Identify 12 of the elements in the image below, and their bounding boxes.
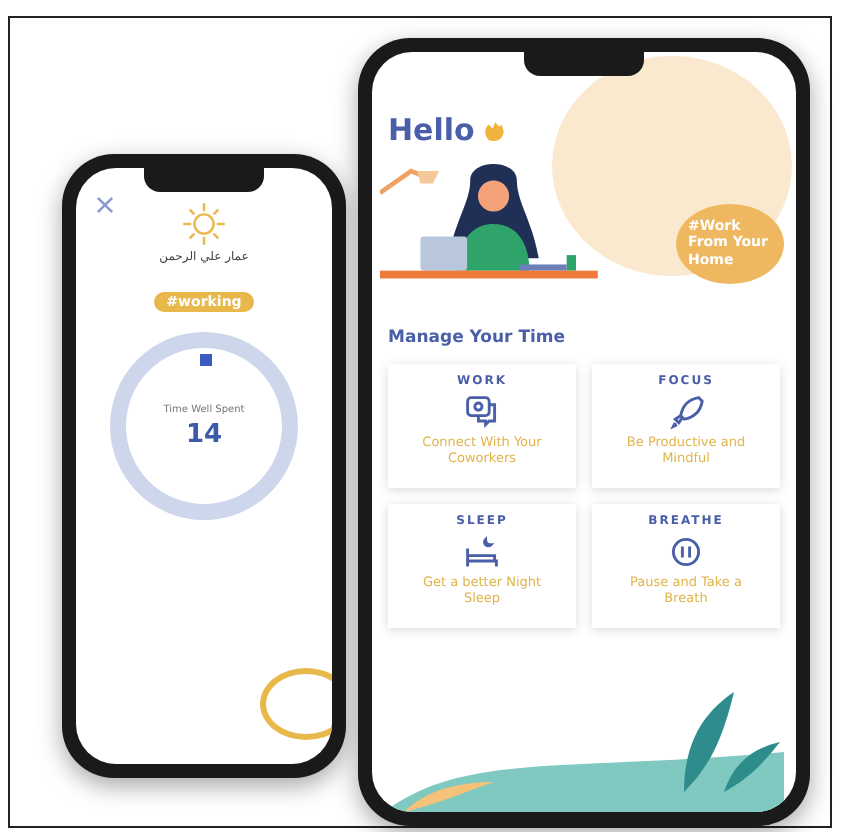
sun-logo-icon [180,200,228,248]
ring-marker-icon [200,354,212,366]
phone-notch [524,52,644,76]
section-title: Manage Your Time [388,328,566,348]
pause-icon [668,534,704,570]
close-icon[interactable] [96,196,114,214]
phone-notch [144,168,264,192]
greeting: Hello [388,112,475,148]
timer-value: 14 [185,419,223,449]
chat-icon [464,394,500,430]
bed-icon [464,534,500,570]
decoration-shape [260,668,332,740]
